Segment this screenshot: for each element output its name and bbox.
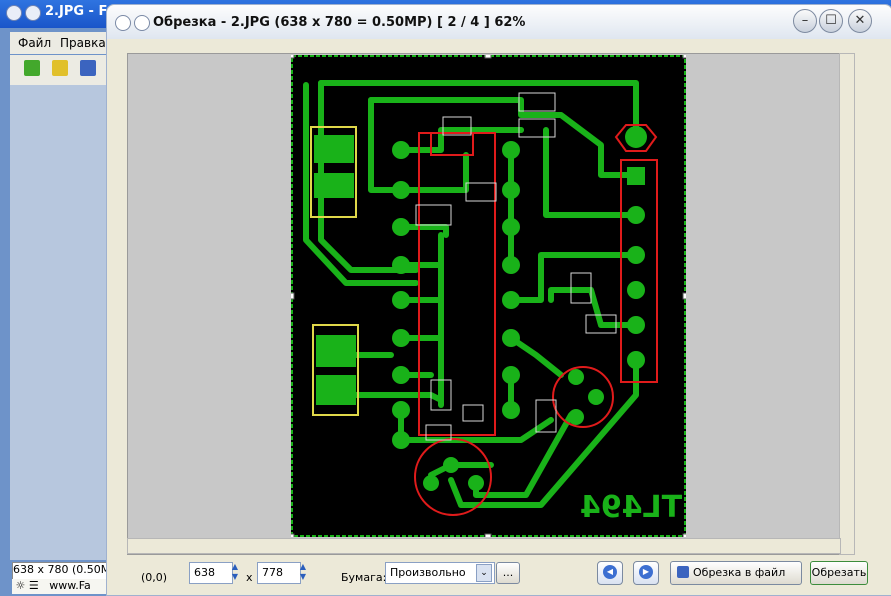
previous-button[interactable]: ◀ xyxy=(597,561,623,585)
width-spinner-icon[interactable]: ▲ ▼ xyxy=(228,562,242,584)
main-status-site: ☼ ☰ www.Fa xyxy=(12,579,107,594)
chevron-down-icon: ⌄ xyxy=(476,564,492,582)
paper-select-value: Произвольно xyxy=(390,566,466,579)
open-folder-icon[interactable] xyxy=(52,60,68,76)
browser-pane xyxy=(10,85,110,560)
main-system-menu-icon[interactable] xyxy=(6,5,22,21)
main-status-size: 638 x 780 (0.50MP xyxy=(12,562,109,580)
width-input[interactable]: 638 xyxy=(189,562,233,584)
next-button[interactable]: ▶ xyxy=(633,561,659,585)
previous-icon: ◀ xyxy=(603,565,617,579)
main-restore-icon[interactable] xyxy=(25,5,41,21)
minimize-button[interactable]: – xyxy=(793,9,817,33)
horizontal-scrollbar[interactable] xyxy=(127,538,841,554)
more-button[interactable]: ... xyxy=(496,562,520,584)
next-icon: ▶ xyxy=(639,565,653,579)
maximize-button[interactable]: ☐ xyxy=(819,9,843,33)
crop-button[interactable]: Обрезать xyxy=(810,561,868,585)
dialog-restore-icon[interactable] xyxy=(134,15,150,31)
save-icon xyxy=(677,566,689,578)
height-input[interactable]: 778 xyxy=(257,562,301,584)
times-label: x xyxy=(246,571,253,584)
crop-to-file-button[interactable]: Обрезка в файл xyxy=(670,561,802,585)
paper-select[interactable]: Произвольно ⌄ xyxy=(385,562,495,584)
download-icon[interactable] xyxy=(24,60,40,76)
height-spinner-icon[interactable]: ▲ ▼ xyxy=(296,562,310,584)
coords-readout: (0,0) xyxy=(141,571,168,584)
menu-edit[interactable]: Правка xyxy=(60,36,106,50)
crop-dialog: Обрезка - 2.JPG (638 x 780 = 0.50MP) [ 2… xyxy=(106,4,891,596)
dialog-system-menu-icon[interactable] xyxy=(115,15,131,31)
menu-file[interactable]: Файл xyxy=(18,36,51,50)
crop-to-file-label: Обрезка в файл xyxy=(693,566,786,579)
close-button[interactable]: ✕ xyxy=(848,9,872,33)
pcb-image[interactable]: TL494 xyxy=(291,55,686,537)
crop-dialog-title: Обрезка - 2.JPG (638 x 780 = 0.50MP) [ 2… xyxy=(153,15,526,30)
vertical-scrollbar[interactable] xyxy=(839,53,855,555)
save-icon[interactable] xyxy=(80,60,96,76)
paper-label: Бумага: xyxy=(341,571,387,584)
pcb-label: TL494 xyxy=(580,490,682,525)
